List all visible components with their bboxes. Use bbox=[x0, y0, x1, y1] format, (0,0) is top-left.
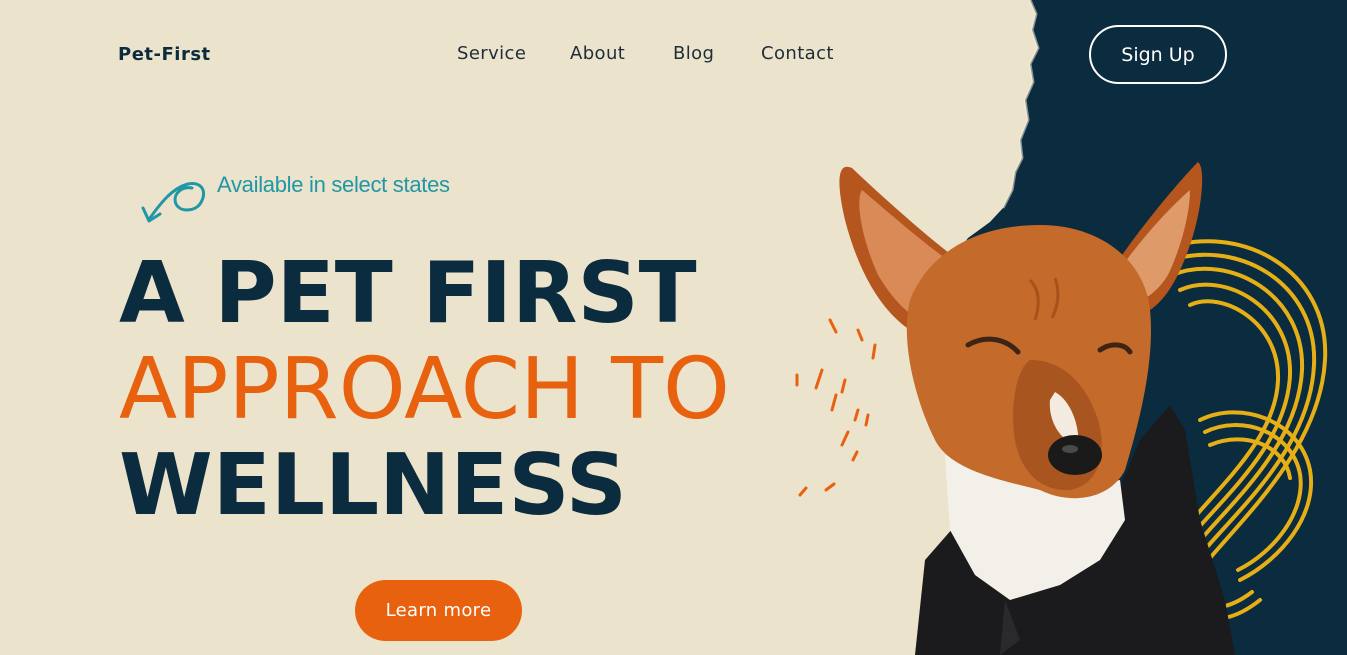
landing-page: Pet-First Service About Blog Contact Sig… bbox=[0, 0, 1347, 655]
curly-arrow-icon bbox=[141, 182, 205, 223]
nav-item-about[interactable]: About bbox=[570, 43, 625, 64]
availability-tagline: Available in select states bbox=[217, 172, 450, 197]
nav-item-service[interactable]: Service bbox=[457, 43, 526, 64]
headline-line-2: APPROACH TO bbox=[119, 340, 730, 439]
headline-line-3: WELLNESS bbox=[119, 436, 627, 535]
headline-line-1: A PET FIRST bbox=[119, 244, 697, 343]
orange-dashes bbox=[795, 318, 877, 497]
dog-illustration bbox=[839, 162, 1235, 655]
sign-up-button[interactable]: Sign Up bbox=[1089, 25, 1227, 84]
nav-item-blog[interactable]: Blog bbox=[673, 43, 714, 64]
learn-more-button[interactable]: Learn more bbox=[355, 580, 522, 641]
nav-item-contact[interactable]: Contact bbox=[761, 43, 834, 64]
